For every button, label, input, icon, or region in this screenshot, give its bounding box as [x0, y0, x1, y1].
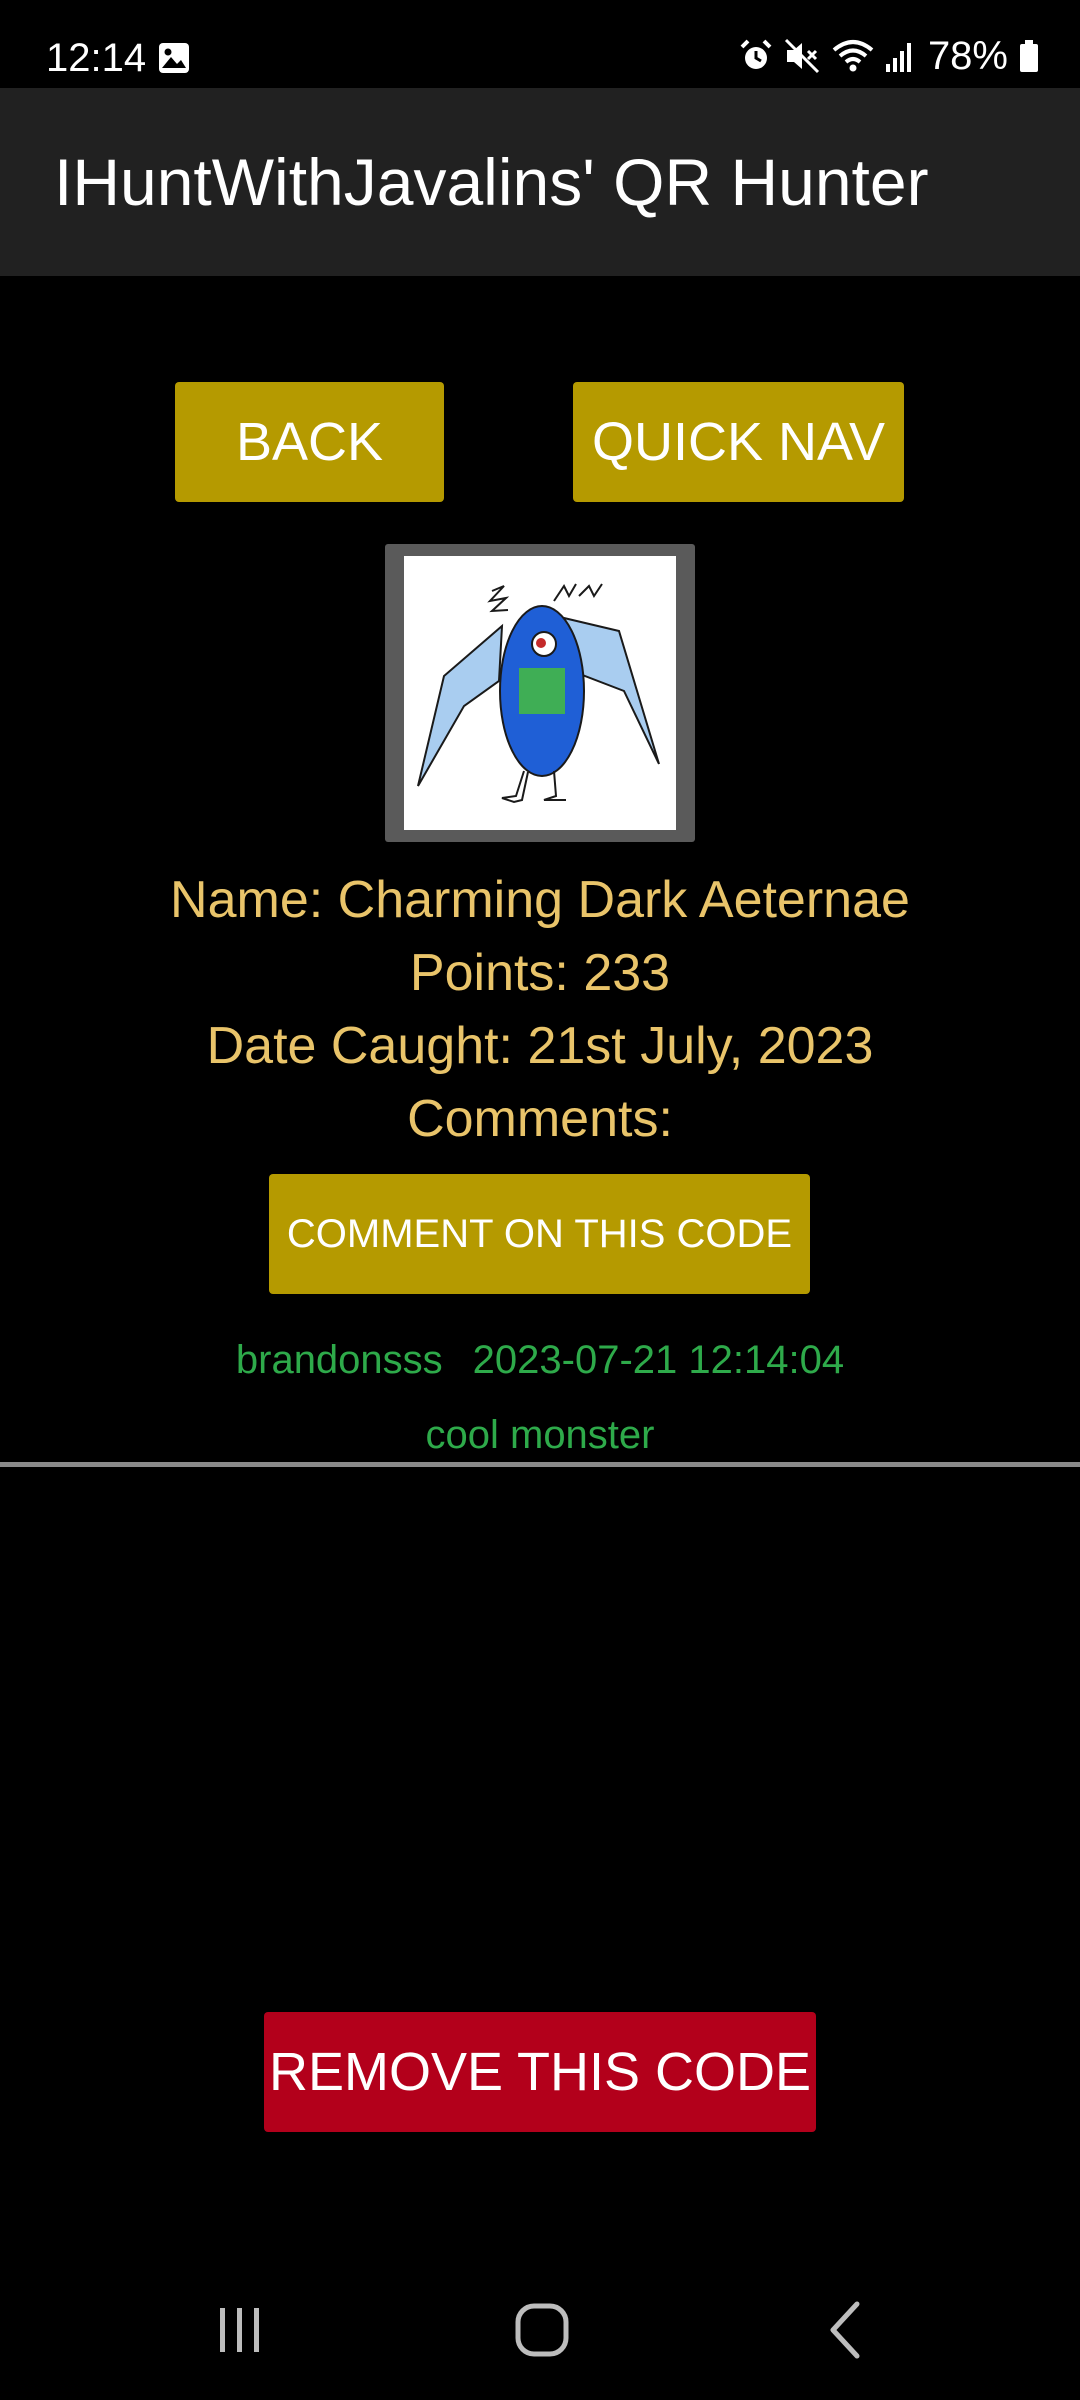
recent-apps-icon[interactable]: [180, 2290, 300, 2370]
home-icon[interactable]: [482, 2290, 602, 2370]
comment-text: cool monster: [425, 1413, 655, 1457]
date-caught: Date Caught: 21st July, 2023: [206, 1017, 874, 1075]
wifi-icon: [832, 38, 874, 74]
comment-timestamp: 2023-07-21 12:14:04: [472, 1338, 845, 1382]
app-bar: IHuntWithJavalins' QR Hunter: [0, 88, 1080, 276]
back-icon[interactable]: [785, 2290, 905, 2370]
status-bar: 12:14 78%: [0, 0, 1080, 88]
quick-nav-button[interactable]: QUICK NAV: [573, 382, 904, 502]
comment-divider: [0, 1462, 1080, 1467]
signal-icon: [884, 38, 916, 74]
comment-user: brandonsss: [235, 1338, 443, 1382]
status-icons: 78%: [738, 34, 1040, 78]
alarm-icon: [738, 38, 774, 74]
battery-percent: 78%: [927, 33, 1008, 78]
monster-points: Points: 233: [409, 944, 671, 1002]
status-time: 12:14: [46, 36, 147, 80]
monster-image-frame: [385, 544, 695, 842]
back-button[interactable]: BACK: [175, 382, 444, 502]
mute-icon: [784, 38, 822, 74]
battery-icon: [1018, 38, 1040, 74]
comment-on-code-button[interactable]: COMMENT ON THIS CODE: [269, 1174, 810, 1294]
gallery-icon: [158, 42, 190, 74]
app-title: IHuntWithJavalins' QR Hunter: [54, 145, 929, 219]
comment-meta: brandonsss 2023-07-21 12:14:04: [0, 1338, 1080, 1383]
remove-code-button[interactable]: REMOVE THIS CODE: [264, 2012, 816, 2132]
comments-label: Comments:: [407, 1090, 673, 1148]
monster-name: Name: Charming Dark Aeternae: [170, 871, 910, 929]
monster-image: [404, 556, 676, 830]
system-nav-bar: [0, 2270, 1080, 2400]
